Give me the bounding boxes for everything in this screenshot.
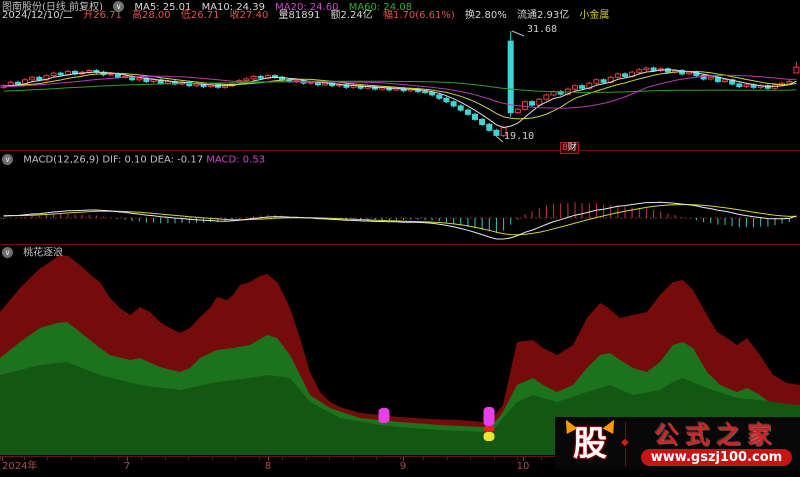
axis-minor-tick [423,457,424,460]
watermark-title: 公式之家 [654,420,779,449]
dif-value: DIF: 0.10 [102,154,147,166]
axis-minor-tick [470,457,471,460]
axis-minor-tick [282,457,283,460]
axis-minor-tick [70,457,72,460]
watermark-divider: ◆ [621,421,631,466]
axis-tick-label: 2024年 [2,461,38,472]
macd-panel-header: ∨ MACD(12,26,9) DIF: 0.10 DEA: -0.17 MAC… [2,154,265,166]
axis-minor-tick [94,457,95,460]
axis-minor-tick [211,457,213,460]
collapse-macd-panel-icon[interactable]: ∨ [2,154,13,165]
tdx-stock-chart-window: 图南股份(日线 前复权) ∨ MA5: 25.01 MA10: 24.39 MA… [0,0,800,477]
watermark-banner[interactable]: 股 ◆ 公式之家 www.gszj100.com [555,416,800,470]
signal-marker [483,426,495,432]
panel-separator [0,150,800,151]
axis-minor-tick [399,457,401,460]
axis-minor-tick [493,457,495,460]
axis-minor-tick [0,457,1,460]
price-annotation: 19.10 [504,131,535,142]
axis-minor-tick [517,457,518,460]
dea-value: DEA: -0.17 [149,154,204,166]
watermark-text-block: 公式之家 www.gszj100.com [633,422,800,466]
badge-label: 财 [567,143,577,153]
macd-chart [0,201,800,240]
candlestick-chart [0,30,800,143]
axis-minor-tick [164,457,166,460]
bull-stock-logo: 股 [560,416,620,467]
logo-character: 股 [573,423,607,464]
axis-minor-tick [376,457,377,460]
axis-tick-label: 7 [123,461,131,472]
axis-tick-label: 8 [264,461,272,472]
axis-minor-tick [258,457,260,460]
axis-minor-tick [540,457,542,460]
axis-minor-tick [235,457,236,460]
axis-minor-tick [141,457,142,460]
axis-minor-tick [305,457,307,460]
signal-marker [483,432,495,441]
signal-marker [378,408,390,423]
macd-value: MACD: 0.53 [206,154,266,166]
watermark-url[interactable]: www.gszj100.com [640,448,793,466]
signal-marker [483,407,495,426]
axis-minor-tick [188,457,189,460]
diamond-icon: ◆ [621,436,629,448]
finance-event-badge[interactable]: 8财 [560,142,579,154]
macd-title: MACD(12,26,9) [23,154,100,166]
wave-title: 桃花逐浪 [23,247,64,259]
price-annotation: 31.68 [527,24,558,35]
collapse-wave-panel-icon[interactable]: ∨ [2,247,13,258]
axis-tick-label: 10 [516,461,530,472]
axis-minor-tick [352,457,354,460]
axis-minor-tick [329,457,330,460]
wave-panel-header: ∨ 桃花逐浪 [2,247,63,259]
axis-minor-tick [117,457,119,460]
axis-minor-tick [23,457,25,460]
axis-minor-tick [47,457,48,460]
axis-tick-label: 9 [399,461,407,472]
axis-minor-tick [446,457,448,460]
